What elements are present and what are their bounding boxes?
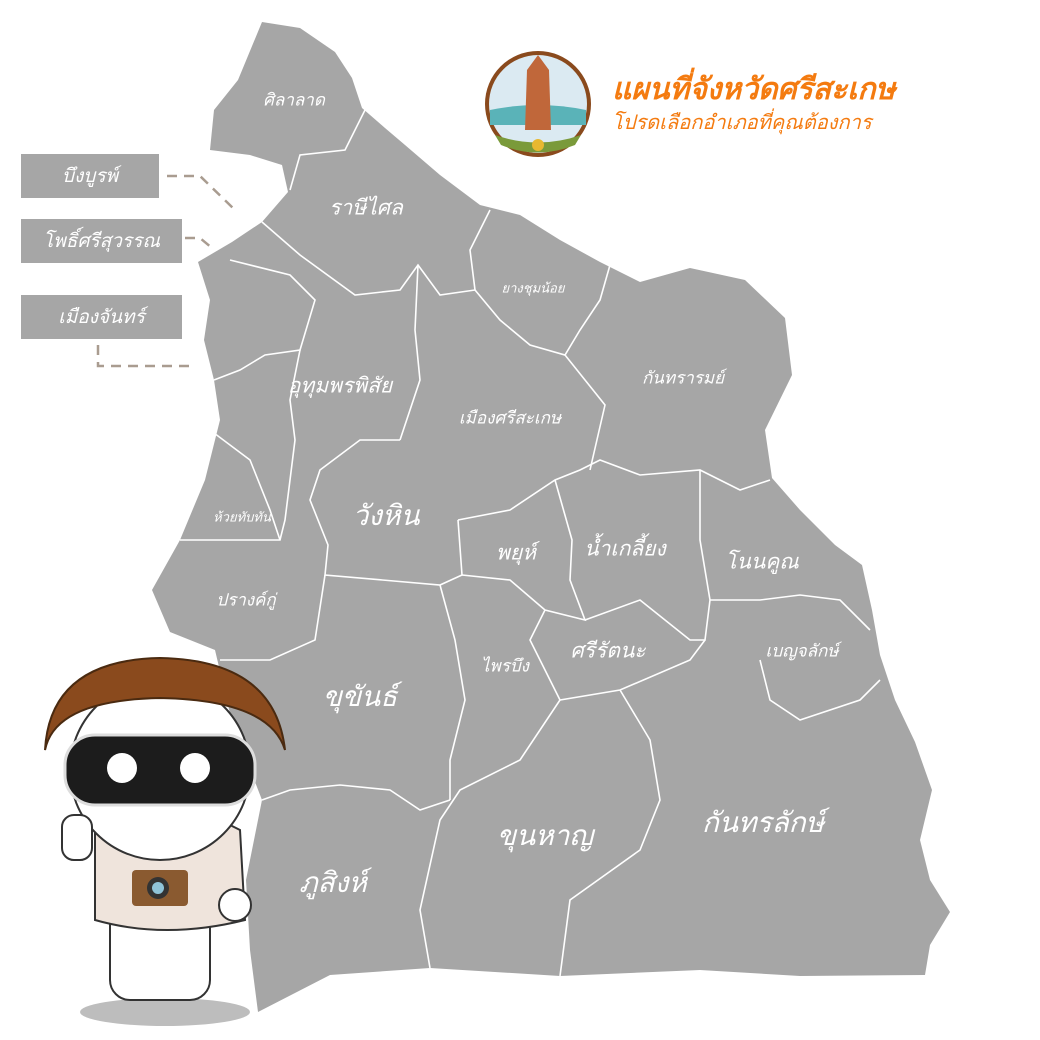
province-map: แผนที่จังหวัดศรีสะเกษ โปรดเลือกอำเภอที่ค… (0, 0, 1040, 1040)
district-kantharalak[interactable]: กันทรลักษ์ (702, 801, 824, 845)
district-button-bueng-burapha[interactable]: บึงบูรพ์ (21, 154, 159, 198)
district-non-khun[interactable]: โนนคูณ (725, 546, 799, 579)
district-si-rattana[interactable]: ศรีรัตนะ (570, 635, 645, 668)
sisaket-seal-icon (485, 51, 591, 157)
district-button-mueang-chan[interactable]: เมืองจันทร์ (21, 295, 182, 339)
district-benchalak[interactable]: เบญจลักษ์ (766, 638, 839, 665)
district-nam-kliang[interactable]: น้ำเกลี้ยง (584, 533, 665, 566)
district-silalat[interactable]: ศิลาลาด (263, 87, 325, 114)
district-kanthararom[interactable]: กันทรารมย์ (642, 365, 724, 392)
district-button-pho-si-suwan[interactable]: โพธิ์ศรีสุวรรณ (21, 219, 182, 263)
page-subtitle: โปรดเลือกอำเภอที่คุณต้องการ (612, 110, 872, 134)
district-khukhan[interactable]: ขุขันธ์ (323, 675, 398, 719)
district-rasisalai[interactable]: ราษีไศล (329, 192, 403, 225)
district-yang-chum-noi[interactable]: ยางชุมน้อย (502, 278, 565, 299)
district-huai-thap-than[interactable]: ห้วยทับทัน (213, 507, 271, 528)
district-prang-ku[interactable]: ปรางค์กู่ (216, 587, 275, 614)
district-wang-hin[interactable]: วังหิน (353, 494, 420, 538)
district-phrai-bueng[interactable]: ไพรบึง (481, 653, 529, 680)
district-phayu[interactable]: พยุห์ (496, 537, 536, 570)
district-khun-han[interactable]: ขุนหาญ (497, 814, 593, 858)
mascot-illustration (44, 656, 286, 1026)
district-uthumphon-phisai[interactable]: อุทุมพรพิสัย (288, 370, 392, 403)
district-phu-sing[interactable]: ภูสิงห์ (299, 861, 367, 905)
district-mueang-sisaket[interactable]: เมืองศรีสะเกษ (459, 405, 561, 432)
